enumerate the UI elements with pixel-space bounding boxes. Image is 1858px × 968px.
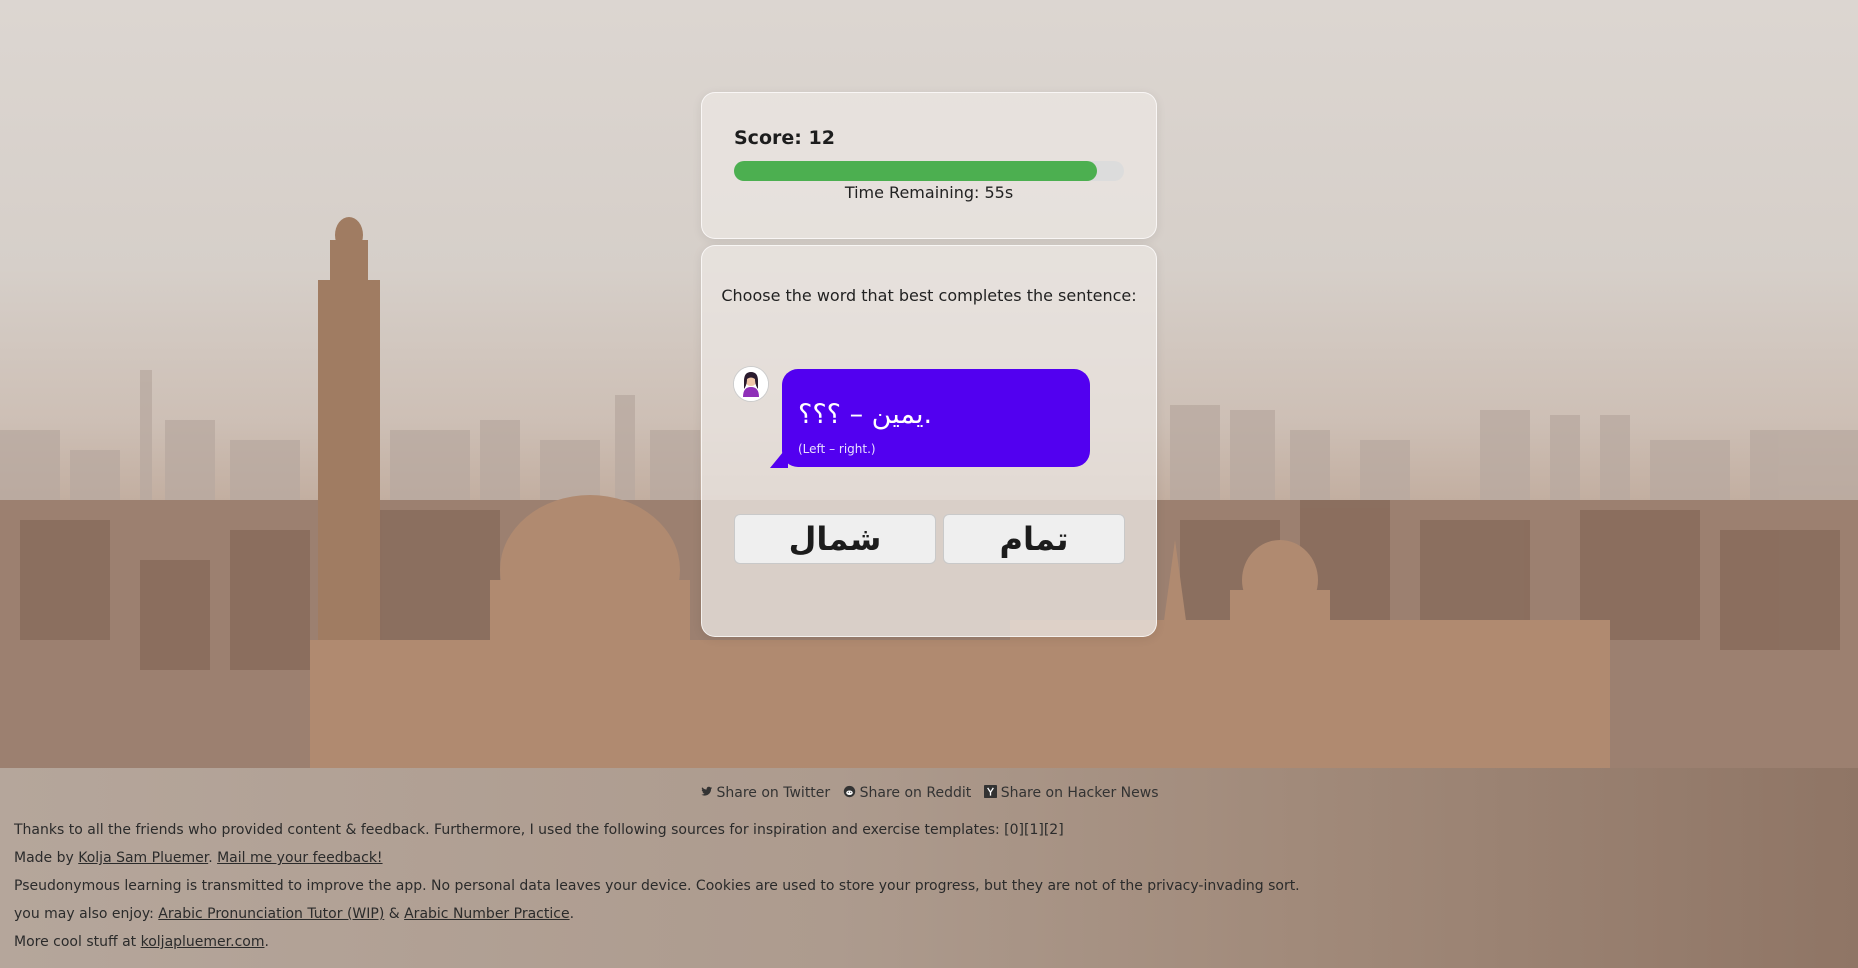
enjoy-end: . bbox=[569, 906, 575, 922]
time-progress-bar bbox=[734, 161, 1124, 181]
footer-more: More cool stuff at koljapluemer.com. bbox=[14, 934, 269, 950]
share-reddit-link[interactable]: Share on Reddit bbox=[843, 785, 976, 801]
enjoy-prefix: you may also enjoy: bbox=[14, 906, 159, 922]
sentence-translation: (Left – right.) bbox=[798, 442, 876, 456]
share-hackernews-label: Share on Hacker News bbox=[1000, 785, 1159, 801]
hacker-news-icon bbox=[983, 785, 997, 798]
quiz-card: Choose the word that best completes the … bbox=[701, 245, 1157, 637]
website-link[interactable]: koljapluemer.com bbox=[141, 934, 265, 950]
mail-feedback-link[interactable]: Mail me your feedback! bbox=[217, 850, 382, 866]
footer-also-enjoy: you may also enjoy: Arabic Pronunciation… bbox=[14, 906, 574, 922]
pronunciation-tutor-link[interactable]: Arabic Pronunciation Tutor (WIP) bbox=[158, 906, 384, 922]
avatar bbox=[733, 366, 769, 402]
speech-bubble: يمين – ؟؟؟. (Left – right.) bbox=[782, 369, 1090, 467]
answer-button-1[interactable]: شمال bbox=[734, 514, 936, 564]
share-links: Share on Twitter Share on Reddit Share o… bbox=[0, 785, 1858, 801]
share-hackernews-link[interactable]: Share on Hacker News bbox=[983, 785, 1159, 801]
footer-thanks: Thanks to all the friends who provided c… bbox=[14, 822, 1064, 838]
score-card: Score: 12 Time Remaining: 55s bbox=[701, 92, 1157, 239]
score-label: Score: 12 bbox=[734, 127, 835, 149]
made-by-prefix: Made by bbox=[14, 850, 79, 866]
share-twitter-label: Share on Twitter bbox=[716, 785, 831, 801]
made-by-sep: . bbox=[208, 850, 218, 866]
footer-privacy: Pseudonymous learning is transmitted to … bbox=[14, 878, 1300, 894]
arabic-sentence: يمين – ؟؟؟. bbox=[798, 399, 933, 430]
share-reddit-label: Share on Reddit bbox=[859, 785, 972, 801]
number-practice-link[interactable]: Arabic Number Practice bbox=[404, 906, 569, 922]
answer-button-2[interactable]: تمام bbox=[943, 514, 1125, 564]
reddit-icon bbox=[843, 785, 855, 798]
share-twitter-link[interactable]: Share on Twitter bbox=[700, 785, 835, 801]
question-prompt: Choose the word that best completes the … bbox=[721, 286, 1137, 305]
author-link[interactable]: Kolja Sam Pluemer bbox=[78, 850, 208, 866]
time-progress-fill bbox=[734, 161, 1097, 181]
more-end: . bbox=[264, 934, 269, 950]
enjoy-sep: & bbox=[384, 906, 405, 922]
footer-made-by: Made by Kolja Sam Pluemer. Mail me your … bbox=[14, 850, 383, 866]
time-remaining-label: Time Remaining: 55s bbox=[844, 183, 1014, 202]
woman-avatar-icon bbox=[734, 367, 768, 401]
twitter-icon bbox=[700, 786, 712, 796]
more-prefix: More cool stuff at bbox=[14, 934, 141, 950]
